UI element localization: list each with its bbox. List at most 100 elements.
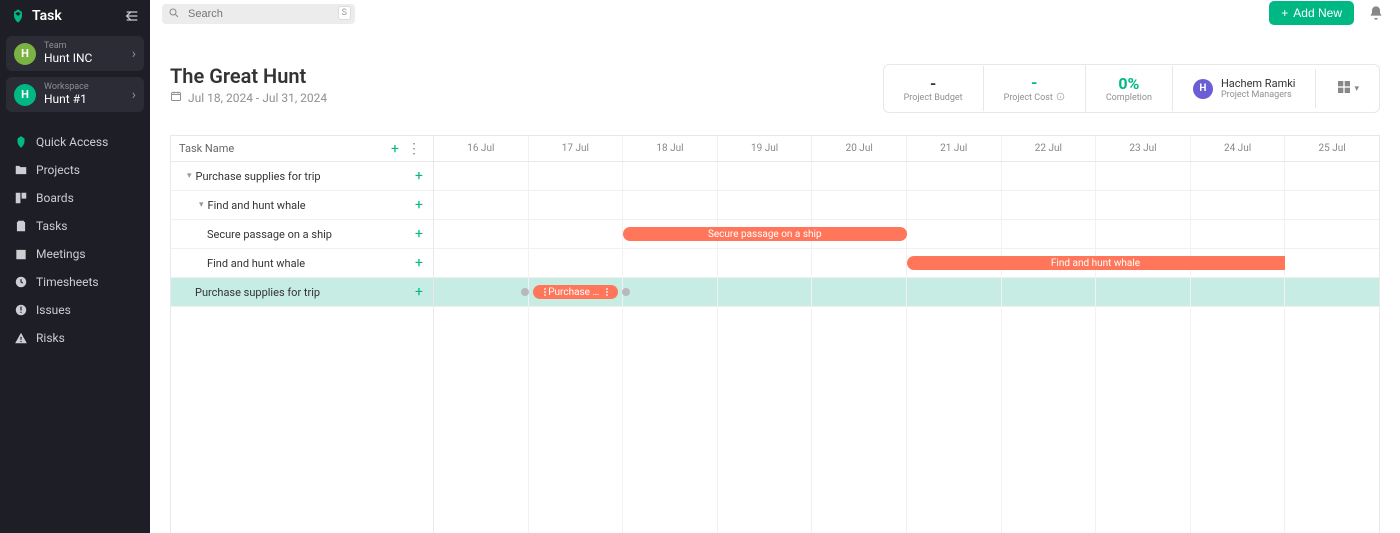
gantt-bar[interactable]: Find and hunt whale: [907, 256, 1285, 270]
date-header: 19 Jul: [718, 136, 813, 161]
clock-icon: [14, 275, 28, 289]
task-row[interactable]: Purchase supplies for trip+: [171, 278, 433, 307]
add-new-button[interactable]: + Add New: [1269, 1, 1354, 25]
stat-value: -: [1004, 73, 1065, 92]
search-kbd: S: [338, 6, 351, 20]
gantt-bar-label: Purchase suppl…: [548, 287, 603, 298]
team-selector[interactable]: H Team Hunt INC ›: [6, 36, 144, 71]
sidebar-item-label: Issues: [36, 303, 71, 317]
sidebar-item-tasks[interactable]: Tasks: [0, 212, 150, 240]
clipboard-icon: [14, 219, 28, 233]
gantt-bar-label: Secure passage on a ship: [708, 229, 822, 240]
stat-label: Project Budget: [904, 93, 963, 103]
add-subtask-icon[interactable]: +: [411, 197, 427, 213]
gantt-bar[interactable]: Secure passage on a ship: [623, 227, 907, 241]
collapse-sidebar-icon[interactable]: [124, 8, 140, 24]
stat-label: Project Cost: [1004, 92, 1065, 104]
add-subtask-icon[interactable]: +: [411, 284, 427, 300]
plus-icon: +: [1281, 6, 1288, 20]
column-header: Task Name: [179, 142, 387, 155]
date-header: 23 Jul: [1096, 136, 1191, 161]
date-header: 20 Jul: [812, 136, 907, 161]
add-subtask-icon[interactable]: +: [411, 168, 427, 184]
more-icon[interactable]: ⋮: [403, 141, 425, 157]
sidebar-item-label: Boards: [36, 191, 74, 205]
sidebar-item-boards[interactable]: Boards: [0, 184, 150, 212]
add-task-icon[interactable]: +: [387, 141, 403, 157]
sidebar-item-timesheets[interactable]: Timesheets: [0, 268, 150, 296]
sidebar-item-risks[interactable]: Risks: [0, 324, 150, 352]
stat-cost: - Project Cost: [984, 65, 1086, 112]
topbar: S + Add New: [150, 0, 1400, 26]
stat-label: Completion: [1106, 93, 1152, 103]
manager-name: Hachem Ramki: [1221, 77, 1296, 90]
caret-down-icon[interactable]: ▾: [183, 171, 196, 181]
date-header: 16 Jul: [434, 136, 529, 161]
sidebar: Task H Team Hunt INC › H Workspace Hunt …: [0, 0, 150, 533]
brand-name: Task: [32, 8, 62, 24]
task-label: Secure passage on a ship: [207, 228, 411, 241]
chevron-right-icon: ›: [132, 87, 136, 103]
manager-role: Project Managers: [1221, 90, 1296, 100]
search-wrap: S: [162, 2, 355, 24]
gantt-bar-label: Find and hunt whale: [1051, 258, 1140, 269]
team-avatar: H: [14, 43, 36, 65]
sidebar-item-meetings[interactable]: Meetings: [0, 240, 150, 268]
project-manager[interactable]: H Hachem Ramki Project Managers: [1173, 69, 1317, 108]
sidebar-nav: Quick Access Projects Boards Tasks Meeti…: [0, 122, 150, 358]
avatar: H: [1193, 79, 1213, 99]
sidebar-item-label: Quick Access: [36, 135, 108, 149]
sidebar-item-projects[interactable]: Projects: [0, 156, 150, 184]
gantt: Task Name + ⋮ ▾Purchase supplies for tri…: [150, 123, 1400, 533]
alert-circle-icon: [14, 303, 28, 317]
sidebar-item-label: Timesheets: [36, 275, 99, 289]
search-icon: [168, 7, 180, 19]
task-row[interactable]: ▾Find and hunt whale+: [171, 191, 433, 220]
sidebar-item-label: Meetings: [36, 247, 86, 261]
workspace-name: Hunt #1: [44, 93, 124, 106]
date-header: 17 Jul: [529, 136, 624, 161]
notifications-icon[interactable]: [1364, 1, 1388, 25]
gantt-bar[interactable]: Purchase suppl…: [533, 285, 618, 299]
gantt-tasklist-header: Task Name + ⋮: [171, 136, 433, 162]
date-header: 24 Jul: [1191, 136, 1286, 161]
main: S + Add New The Great Hunt Jul 18, 2024 …: [150, 0, 1400, 533]
task-row[interactable]: Secure passage on a ship+: [171, 220, 433, 249]
caret-down-icon[interactable]: ▾: [195, 200, 208, 210]
drag-handle-icon[interactable]: [603, 288, 610, 296]
stat-completion: 0% Completion: [1086, 66, 1173, 111]
stat-value: -: [904, 74, 963, 93]
layout-icon: [1336, 79, 1352, 99]
sidebar-item-label: Risks: [36, 331, 65, 345]
view-switcher[interactable]: ▾: [1316, 71, 1379, 107]
board-icon: [14, 191, 28, 205]
sidebar-item-issues[interactable]: Issues: [0, 296, 150, 324]
task-row[interactable]: ▾Purchase supplies for trip+: [171, 162, 433, 191]
date-header: 18 Jul: [623, 136, 718, 161]
project-title: The Great Hunt: [170, 64, 327, 88]
logo-icon: [14, 135, 28, 149]
stat-value: 0%: [1106, 74, 1152, 93]
add-subtask-icon[interactable]: +: [411, 226, 427, 242]
gantt-timeline[interactable]: 16 Jul17 Jul18 Jul19 Jul20 Jul21 Jul22 J…: [434, 136, 1379, 533]
task-row[interactable]: Find and hunt whale+: [171, 249, 433, 278]
gantt-tasklist: Task Name + ⋮ ▾Purchase supplies for tri…: [171, 136, 434, 533]
chevron-right-icon: ›: [132, 46, 136, 62]
date-header: 22 Jul: [1002, 136, 1097, 161]
workspace-selector[interactable]: H Workspace Hunt #1 ›: [6, 77, 144, 112]
info-icon[interactable]: [1056, 92, 1065, 104]
date-header: 25 Jul: [1285, 136, 1379, 161]
drag-handle-icon[interactable]: [541, 288, 548, 296]
add-new-label: Add New: [1293, 6, 1342, 20]
sidebar-item-quick-access[interactable]: Quick Access: [0, 128, 150, 156]
project-date-range: Jul 18, 2024 - Jul 31, 2024: [188, 91, 327, 105]
task-label: Purchase supplies for trip: [196, 170, 412, 183]
brand[interactable]: Task: [10, 8, 62, 24]
chevron-down-icon: ▾: [1354, 84, 1359, 94]
logo-icon: [10, 8, 26, 24]
add-subtask-icon[interactable]: +: [411, 255, 427, 271]
sidebar-item-label: Tasks: [36, 219, 68, 233]
team-name: Hunt INC: [44, 52, 124, 65]
search-input[interactable]: [162, 4, 355, 24]
date-header: 21 Jul: [907, 136, 1002, 161]
